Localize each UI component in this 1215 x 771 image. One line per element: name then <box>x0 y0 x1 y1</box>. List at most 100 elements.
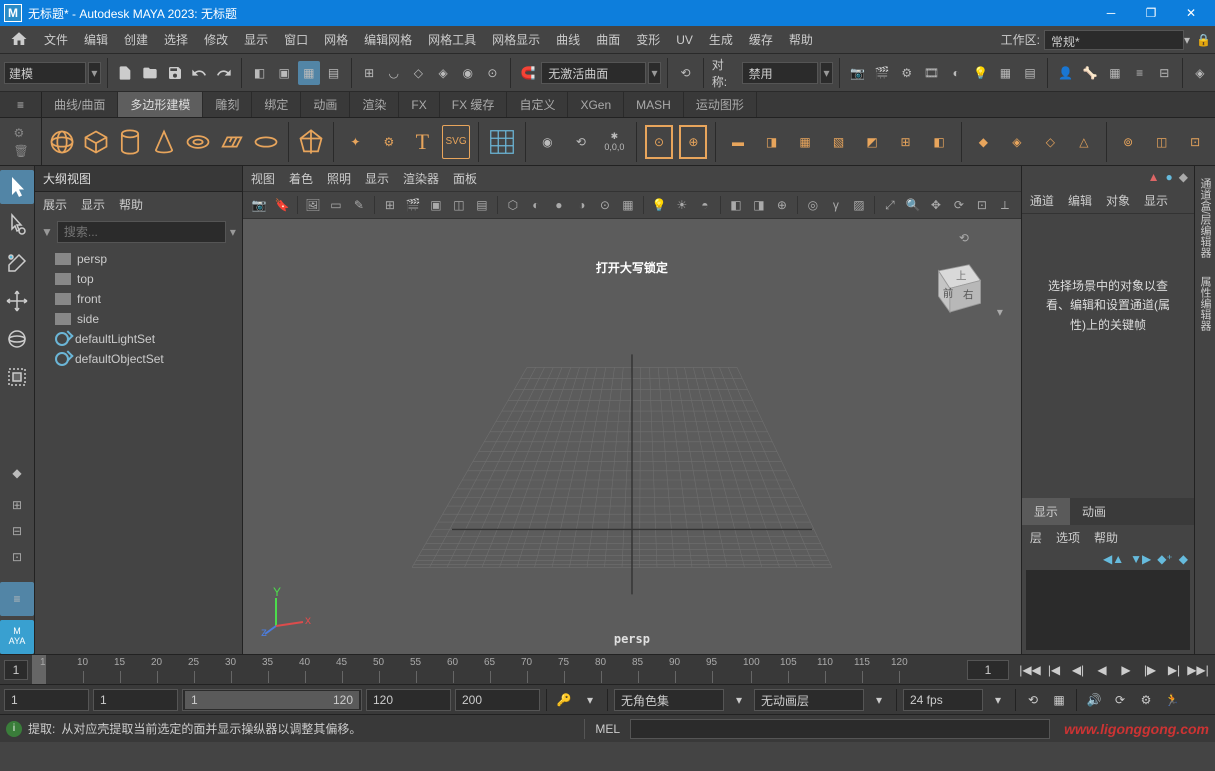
live-surface-dropdown-icon[interactable]: ▾ <box>648 62 661 84</box>
shelf-tab-curves[interactable]: 曲线/曲面 <box>42 92 118 117</box>
range-audio-icon[interactable]: 🔊 <box>1083 689 1105 711</box>
poly-count-icon[interactable] <box>487 125 517 159</box>
outliner-item-top[interactable]: top <box>35 269 242 289</box>
vp-menu-renderer[interactable]: 渲染器 <box>403 170 439 187</box>
anim-start-field[interactable] <box>4 689 89 711</box>
shelf-tab-anim[interactable]: 动画 <box>301 92 350 117</box>
anim-layer-select[interactable]: 无动画层 <box>754 689 864 711</box>
vp-bone-icon[interactable]: ⟂ <box>995 195 1015 215</box>
layer-menu-options[interactable]: 选项 <box>1056 529 1080 546</box>
shelf-tab-polymodel[interactable]: 多边形建模 <box>118 92 203 117</box>
vp-light1-icon[interactable]: 💡 <box>649 195 669 215</box>
vp-jnt-icon[interactable]: ⊕ <box>772 195 792 215</box>
vp-tex-icon[interactable]: ▦ <box>618 195 638 215</box>
symmetry-field[interactable]: 禁用 <box>742 62 818 84</box>
play-start-icon[interactable]: |◀◀ <box>1019 659 1041 681</box>
snap-center-icon[interactable]: ⊙ <box>481 61 504 85</box>
open-scene-icon[interactable] <box>139 61 162 85</box>
vp-gamma-icon[interactable]: γ <box>826 195 846 215</box>
poly-combine-icon[interactable]: ⊙ <box>645 125 673 159</box>
live-surface-icon[interactable]: 🧲 <box>517 61 540 85</box>
render-ipr-icon[interactable]: 🎬 <box>871 61 894 85</box>
mode-dropdown-icon[interactable]: ▾ <box>88 62 101 84</box>
vp-rot-icon[interactable]: ⟳ <box>949 195 969 215</box>
shelf-gear-icon[interactable]: ⚙ <box>14 126 28 140</box>
outliner-search-dropdown-icon[interactable]: ▾ <box>230 225 236 239</box>
menu-window[interactable]: 窗口 <box>276 26 316 54</box>
anim-end-field[interactable] <box>455 689 540 711</box>
panel-layout2-icon[interactable]: ▤ <box>1019 61 1042 85</box>
vp-menu-show[interactable]: 显示 <box>365 170 389 187</box>
workspace-dropdown-icon[interactable]: ▾ <box>1184 33 1190 47</box>
poly-smooth-icon[interactable]: ◆ <box>970 125 998 159</box>
rp-icon1[interactable]: ▲ <box>1148 170 1160 184</box>
rp-tab-edit[interactable]: 编辑 <box>1068 192 1092 209</box>
vp-pencil-icon[interactable]: ✎ <box>349 195 369 215</box>
render-view-icon[interactable]: 🎞 <box>920 61 943 85</box>
poly-mirror-icon[interactable]: ⟲ <box>567 125 595 159</box>
poly-disc-icon[interactable] <box>252 125 280 159</box>
vp-menu-lighting[interactable]: 照明 <box>327 170 351 187</box>
poly-boolean2-icon[interactable]: ◨ <box>758 125 786 159</box>
play-forward-icon[interactable]: ▶ <box>1115 659 1137 681</box>
poly-extrude-icon[interactable]: ◩ <box>858 125 886 159</box>
poly-separate-icon[interactable]: ⊕ <box>679 125 707 159</box>
rp-icon3[interactable]: ◆ <box>1179 170 1188 184</box>
vp-menu-panels[interactable]: 面板 <box>453 170 477 187</box>
shelf-tab-fx[interactable]: FX <box>399 92 439 117</box>
poly-plane-icon[interactable] <box>218 125 246 159</box>
play-prevkey-icon[interactable]: |◀ <box>1043 659 1065 681</box>
select-component-icon[interactable]: ▦ <box>298 61 321 85</box>
poly-type-icon[interactable]: T <box>409 125 437 159</box>
select-object-icon[interactable]: ▣ <box>273 61 296 85</box>
shelf-tab-sculpt[interactable]: 雕刻 <box>203 92 252 117</box>
render-settings-icon[interactable]: ⚙ <box>895 61 918 85</box>
vp-light2-icon[interactable]: ☀ <box>672 195 692 215</box>
play-prevframe-icon[interactable]: ◀| <box>1067 659 1089 681</box>
save-scene-icon[interactable] <box>163 61 186 85</box>
toggle-construction-icon[interactable]: 🦴 <box>1079 61 1102 85</box>
layout-single-icon[interactable]: ◆ <box>0 456 34 490</box>
shelf-tab-fxcache[interactable]: FX 缓存 <box>440 92 508 117</box>
poly-bevel-icon[interactable]: ◧ <box>925 125 953 159</box>
home-icon[interactable] <box>10 30 30 50</box>
move-tool-icon[interactable] <box>0 284 34 318</box>
scale-tool-icon[interactable] <box>0 360 34 394</box>
toggle-panels-icon[interactable]: ⊟ <box>1153 61 1176 85</box>
menu-modify[interactable]: 修改 <box>196 26 236 54</box>
range-prefs-icon[interactable]: ▦ <box>1048 689 1070 711</box>
poly-platonic-icon[interactable] <box>297 125 325 159</box>
shelf-trash-icon[interactable]: 🗑 <box>14 144 28 158</box>
shelf-tab-xgen[interactable]: XGen <box>568 92 624 117</box>
rp-tab-channel[interactable]: 通道 <box>1030 192 1054 209</box>
layer-tab-anim[interactable]: 动画 <box>1070 498 1118 525</box>
vp-aa-icon[interactable]: ▨ <box>849 195 869 215</box>
timeline[interactable]: 1 11015202530354045505560657075808590951… <box>0 654 1215 684</box>
shelf-tab-mash[interactable]: MASH <box>624 92 684 117</box>
poly-gear-icon[interactable]: ⚙ <box>375 125 403 159</box>
vp-wire-icon[interactable]: ⊙ <box>595 195 615 215</box>
xgen-icon[interactable]: 👤 <box>1054 61 1077 85</box>
poly-cube-icon[interactable] <box>82 125 110 159</box>
outliner-menu-show[interactable]: 展示 <box>43 196 67 213</box>
live-surface-field[interactable]: 无激活曲面 <box>541 62 646 84</box>
fps-field[interactable] <box>903 689 983 711</box>
menu-file[interactable]: 文件 <box>36 26 76 54</box>
poly-boolean1-icon[interactable]: ▬ <box>724 125 752 159</box>
vp-frame-icon[interactable]: ⊡ <box>972 195 992 215</box>
layer-menu-help[interactable]: 帮助 <box>1094 529 1118 546</box>
shelf-tab-rigging[interactable]: 绑定 <box>252 92 301 117</box>
vp-2d-icon[interactable]: ▭ <box>326 195 346 215</box>
vp-menu-view[interactable]: 视图 <box>251 170 275 187</box>
outliner-filter-icon[interactable]: ▼ <box>41 225 53 239</box>
close-button[interactable]: ✕ <box>1171 0 1211 26</box>
snap-point-icon[interactable]: ◇ <box>407 61 430 85</box>
menu-uv[interactable]: UV <box>668 26 701 54</box>
layer-tab-display[interactable]: 显示 <box>1022 498 1070 525</box>
outliner-item-persp[interactable]: persp <box>35 249 242 269</box>
snap-curve-icon[interactable]: ◡ <box>382 61 405 85</box>
new-scene-icon[interactable] <box>114 61 137 85</box>
menu-surfaces[interactable]: 曲面 <box>588 26 628 54</box>
rotate-tool-icon[interactable] <box>0 322 34 356</box>
poly-soft-icon[interactable]: ◉ <box>534 125 562 159</box>
